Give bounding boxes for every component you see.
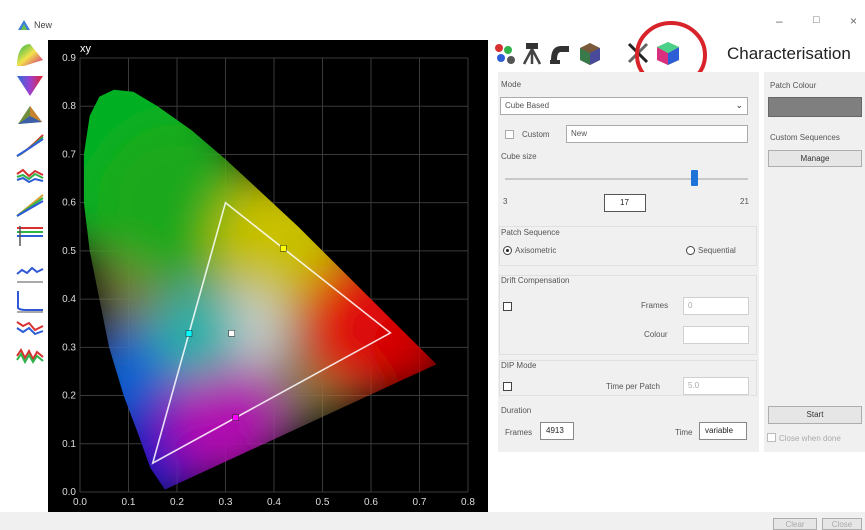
custom-label: Custom	[522, 130, 550, 139]
close-button[interactable]: ×	[850, 14, 857, 28]
y-tick-label: 0.9	[62, 53, 76, 64]
luminance-curve-icon[interactable]	[14, 192, 46, 218]
drift-colour-swatch[interactable]	[683, 326, 749, 344]
duration-time-value: variable	[699, 422, 747, 440]
cube-size-max: 21	[740, 197, 749, 206]
duration-frames-value: 4913	[540, 422, 574, 440]
y-tick-label: 0.2	[62, 391, 76, 402]
cube-size-slider-track[interactable]	[505, 178, 748, 180]
patch-sequence-label: Patch Sequence	[501, 228, 560, 237]
x-tick-label: 0.8	[461, 497, 475, 508]
y-tick-label: 0.6	[62, 198, 76, 209]
x-tick-label: 0.3	[219, 497, 233, 508]
locus-colour-blob	[369, 312, 437, 393]
patch-colour-swatch	[768, 97, 862, 117]
deviation-3-icon[interactable]	[14, 314, 46, 340]
drift-compensation-checkbox[interactable]	[503, 302, 512, 311]
patches-tab-icon[interactable]	[491, 40, 517, 66]
spectral-locus-fill	[83, 89, 437, 490]
panel-heading: Characterisation	[727, 44, 851, 63]
y-tick-label: 0.5	[62, 246, 76, 257]
dip-mode-checkbox[interactable]	[503, 382, 512, 391]
x-tick-label: 0.0	[73, 497, 87, 508]
data-point	[185, 330, 193, 337]
data-point	[228, 330, 235, 337]
close-when-done-label: Close when done	[779, 434, 841, 443]
custom-name-input[interactable]: New	[566, 125, 748, 143]
cie-xy-plot: 0.0 0.1 0.2 0.3 0.4 0.5 0.6 0.7 0.8 0.0 0.1 0.2 0.3 0…	[48, 40, 488, 512]
minimize-button[interactable]: –	[776, 14, 783, 28]
chevron-down-icon: ⌄	[735, 100, 743, 110]
time-per-patch-input[interactable]: 5.0	[683, 377, 749, 395]
app-icon	[18, 20, 30, 30]
x-tick-label: 0.2	[170, 497, 184, 508]
y-tick-label: 0.1	[62, 439, 76, 450]
y-tick-label: 0.7	[62, 149, 76, 160]
axisometric-label: Axisometric	[515, 246, 557, 255]
drift-frames-input[interactable]: 0	[683, 297, 749, 315]
side-column	[764, 72, 865, 452]
sequential-radio[interactable]	[686, 246, 695, 255]
footer-close-button[interactable]: Close	[822, 518, 862, 530]
triangle-icon[interactable]	[14, 72, 46, 98]
y-tick-label: 0.3	[62, 342, 76, 353]
custom-checkbox[interactable]	[505, 130, 514, 139]
x-tick-label: 0.1	[122, 497, 136, 508]
cie-xy-chart: 0.0 0.1 0.2 0.3 0.4 0.5 0.6 0.7 0.8 0.0 0.1 0.2 0.3 0…	[62, 43, 475, 508]
locus-colour-blob	[151, 287, 242, 378]
mode-select[interactable]: Cube Based ⌄	[500, 97, 748, 115]
x-tick-label: 0.7	[413, 497, 427, 508]
deviation-4-icon[interactable]	[14, 342, 46, 368]
sequential-label: Sequential	[698, 246, 736, 255]
start-button[interactable]: Start	[768, 406, 862, 424]
clear-button[interactable]: Clear	[773, 518, 817, 530]
title-bar	[0, 0, 865, 36]
tripod-tab-icon[interactable]	[519, 40, 545, 66]
rgb-balance-icon[interactable]	[14, 162, 46, 188]
manage-button[interactable]: Manage	[768, 150, 862, 167]
axisometric-radio[interactable]	[503, 246, 512, 255]
data-point	[232, 414, 239, 421]
cie-diagram-icon[interactable]	[14, 42, 46, 68]
x-tick-label: 0.4	[267, 497, 281, 508]
probe-tab-icon[interactable]	[547, 40, 573, 66]
y-tick-label: 0.4	[62, 294, 76, 305]
mode-label: Mode	[501, 80, 522, 89]
time-per-patch-label: Time per Patch	[606, 382, 660, 391]
chart-title: xy	[80, 43, 92, 55]
dip-mode-label: DIP Mode	[501, 361, 537, 370]
data-point	[280, 245, 287, 252]
cube-size-input[interactable]: 17	[604, 194, 646, 212]
deviation-icon[interactable]	[14, 258, 46, 284]
x-tick-label: 0.5	[316, 497, 330, 508]
drift-frames-label: Frames	[641, 301, 669, 310]
y-tick-label: 0.8	[62, 101, 76, 112]
duration-frames-label: Frames	[505, 428, 533, 437]
levels-icon[interactable]	[14, 222, 46, 248]
drift-colour-label: Colour	[644, 330, 668, 339]
cube-size-slider-thumb[interactable]	[691, 170, 698, 186]
deviation-2-icon[interactable]	[14, 288, 46, 314]
bottom-bar	[0, 512, 865, 530]
window-title: New	[34, 20, 53, 30]
duration-label: Duration	[501, 406, 532, 415]
duration-time-label: Time	[675, 428, 693, 437]
custom-sequences-label: Custom Sequences	[770, 133, 840, 142]
drift-compensation-label: Drift Compensation	[501, 276, 570, 285]
maximize-button[interactable]: □	[813, 14, 820, 26]
gamma-curve-icon[interactable]	[14, 132, 46, 158]
cube-size-min: 3	[503, 197, 508, 206]
3d-gamut-icon[interactable]	[14, 102, 46, 128]
mode-select-value: Cube Based	[505, 101, 550, 110]
cube-size-label: Cube size	[501, 152, 537, 161]
y-tick-label: 0.0	[62, 487, 76, 498]
cube-tab-icon[interactable]	[577, 40, 603, 66]
x-tick-label: 0.6	[364, 497, 378, 508]
patch-colour-label: Patch Colour	[770, 81, 817, 90]
close-when-done-checkbox[interactable]	[767, 433, 776, 442]
